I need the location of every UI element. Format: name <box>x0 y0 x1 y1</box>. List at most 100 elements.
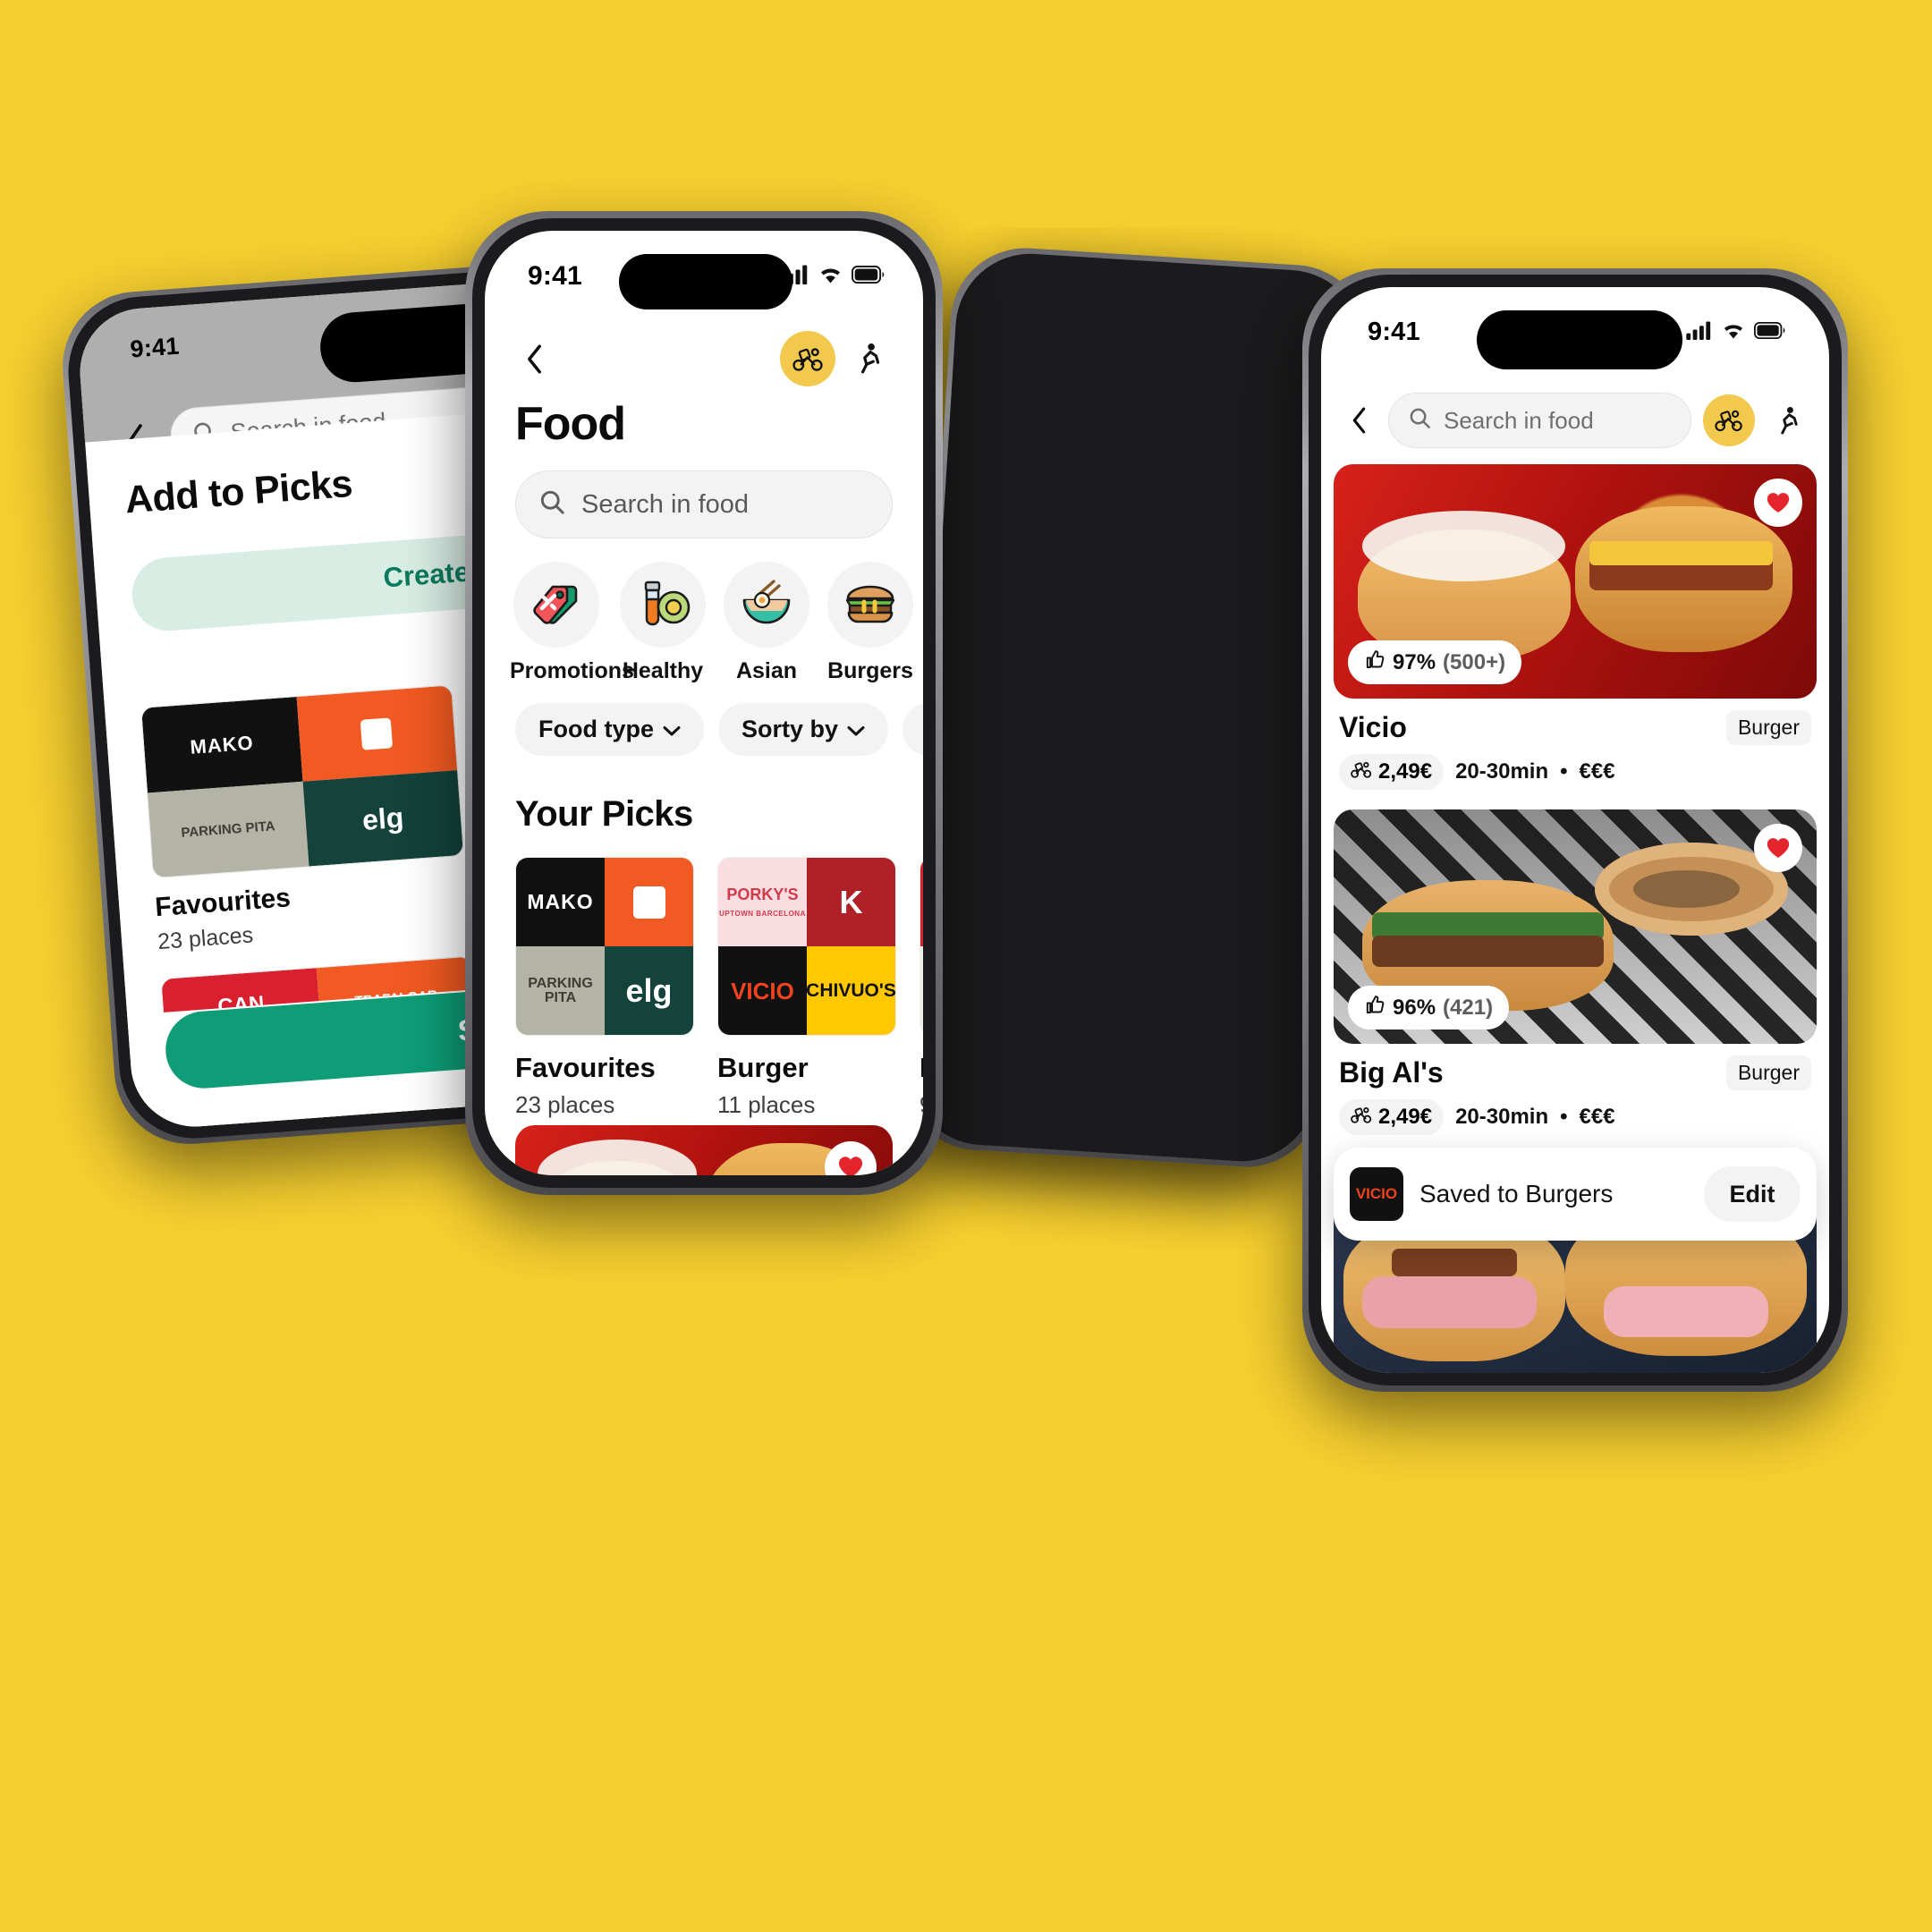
favourite-heart-button[interactable] <box>825 1141 877 1175</box>
filter-label: Food type <box>538 716 654 742</box>
delivery-price-pill: 2,49€ <box>1339 754 1445 790</box>
right-search-placeholder: Search in food <box>1444 406 1594 434</box>
brand-label: elg <box>625 971 673 1009</box>
right-walk-toggle[interactable] <box>1767 399 1809 442</box>
toast-brand-logo: VICIO <box>1350 1167 1403 1221</box>
brand-tile: elg <box>302 770 464 867</box>
category-healthy[interactable]: Healthy <box>619 562 707 684</box>
category-promotions[interactable]: Promotions <box>510 562 634 684</box>
brand-label: PORKY'SUPTOWN BARCELONA <box>719 885 806 918</box>
wifi-icon <box>818 265 843 289</box>
healthy-drink-icon <box>620 562 706 648</box>
status-time: 9:41 <box>129 332 181 363</box>
brand-tile <box>605 858 693 946</box>
brand-label: VICIO <box>731 977 794 1004</box>
center-phone-screen: 9:41 Food Search in food Promotions Heal… <box>485 231 923 1175</box>
sheet-title: Add to Picks <box>123 462 354 522</box>
brand-mark <box>632 886 665 919</box>
brand-label: K <box>839 883 863 920</box>
rating-percent: 97% <box>1393 649 1436 674</box>
favourite-heart-button[interactable] <box>1754 824 1802 872</box>
restaurant-eta: 20-30min <box>1455 759 1549 784</box>
brand-tile: CHIVUO'S <box>807 946 895 1035</box>
page-title: Food <box>515 398 626 450</box>
rating-count: (500+) <box>1443 649 1506 674</box>
restaurant-meta-row: 2,49€ 20-30min • €€€ <box>1334 754 1817 790</box>
right-bike-toggle[interactable] <box>1703 394 1755 446</box>
right-dynamic-island <box>1477 310 1682 369</box>
category-label: Promotions <box>510 658 634 683</box>
toast-edit-button[interactable]: Edit <box>1704 1166 1801 1222</box>
search-icon <box>1409 407 1431 434</box>
pick-tile: MAKO PARKING PITA elg <box>515 857 694 1036</box>
right-search-header: Search in food <box>1321 384 1829 457</box>
category-label: Asian <box>735 658 798 683</box>
pick-card-burger[interactable]: PORKY'S UPTOWN BARCELONA K VICIO CHIVUO'S… <box>717 857 896 1119</box>
right-back-button[interactable] <box>1341 402 1377 438</box>
restaurant-list: 97% (500+) Vicio Burger 2,49€ 20-30min •… <box>1321 464 1829 1373</box>
center-walk-toggle[interactable] <box>844 334 894 384</box>
restaurant-category-tag: Burger <box>1725 1055 1811 1090</box>
brand-tile: MAKO <box>516 858 605 946</box>
filter-food-type[interactable]: Food type <box>515 703 704 756</box>
pick-count: 23 places <box>515 1091 615 1118</box>
delivery-price-pill: 2,49€ <box>1339 1099 1445 1135</box>
category-label: Healthy <box>622 658 704 683</box>
filter-sort-by[interactable]: Sorty by <box>718 703 889 756</box>
battery-icon <box>1754 321 1786 343</box>
restaurant-card[interactable]: 96% (421) Big Al's Burger 2,49€ 20-30min… <box>1334 809 1817 1135</box>
filter-label: Sorty by <box>741 716 839 742</box>
brand-tile: PARKING PITA <box>148 781 309 878</box>
brand-tile: PORKY'SUPTOWN BARCELONA <box>718 858 807 946</box>
center-search-input[interactable]: Search in food <box>515 470 893 538</box>
pick-card-pizza-partial[interactable]: Pi 9 <box>919 857 923 1119</box>
restaurant-image: 96% (421) <box>1334 809 1817 1044</box>
center-dynamic-island <box>619 254 792 309</box>
center-search-placeholder: Search in food <box>581 489 750 519</box>
featured-restaurant-image[interactable] <box>515 1125 893 1175</box>
pick-tile: PORKY'SUPTOWN BARCELONA K VICIO CHIVUO'S <box>717 857 896 1036</box>
chevron-down-icon <box>663 716 681 743</box>
restaurant-card[interactable]: 97% (500+) Vicio Burger 2,49€ 20-30min •… <box>1334 464 1817 790</box>
rating-count: (421) <box>1443 995 1494 1020</box>
bike-icon <box>1351 1105 1372 1130</box>
saved-toast: VICIO Saved to Burgers Edit <box>1334 1148 1817 1241</box>
restaurant-eta: 20-30min <box>1455 1105 1549 1129</box>
wifi-icon <box>1721 321 1746 344</box>
favourite-heart-button[interactable] <box>1754 479 1802 527</box>
restaurant-title-row: Vicio Burger <box>1334 710 1817 745</box>
brand-label: CHIVUO'S <box>807 980 895 1001</box>
brand-tile: PARKING PITA <box>516 946 605 1035</box>
center-picks-row: MAKO PARKING PITA elg Favourites 23 place… <box>515 857 923 1119</box>
brand-tile: elg <box>605 946 693 1035</box>
discount-tag-icon <box>513 562 599 648</box>
restaurant-name: Vicio <box>1339 711 1407 743</box>
pick-name: Favourites <box>515 1052 656 1083</box>
center-bike-toggle[interactable] <box>780 331 835 386</box>
center-back-button[interactable] <box>513 338 555 379</box>
right-search-input[interactable]: Search in food <box>1388 393 1691 448</box>
pick-tile <box>919 857 923 1036</box>
pick-count: 9 <box>919 1091 923 1119</box>
brand-tile <box>296 685 458 782</box>
brand-tile: MAKO <box>141 697 303 793</box>
battery-icon <box>852 265 886 288</box>
meta-separator: • <box>1560 1105 1568 1129</box>
brand-label: elg <box>360 801 405 836</box>
your-picks-title: Your Picks <box>515 794 693 834</box>
filter-top-rated[interactable]: Top rated <box>902 703 923 756</box>
right-phone-final: 9:41 Search in food 97% (500+) Vicio Bur… <box>1309 275 1842 1385</box>
pick-card-favourites[interactable]: MAKO PARKING PITA elg Favourites 23 plac… <box>140 684 470 955</box>
brand-label: MAKO <box>189 731 255 758</box>
pick-card-favourites[interactable]: MAKO PARKING PITA elg Favourites 23 place… <box>515 857 694 1119</box>
brand-label: MAKO <box>527 890 594 913</box>
category-label: Burgers <box>827 658 913 683</box>
restaurant-title-row: Big Al's Burger <box>1334 1055 1817 1090</box>
rating-badge: 97% (500+) <box>1348 640 1522 684</box>
category-burgers[interactable]: Burgers <box>826 562 914 684</box>
pick-name: Pi <box>919 1052 923 1084</box>
brand-tile <box>920 946 923 1035</box>
brand-tile: K <box>807 858 895 946</box>
status-time: 9:41 <box>1368 318 1420 346</box>
category-asian[interactable]: Asian <box>723 562 810 684</box>
